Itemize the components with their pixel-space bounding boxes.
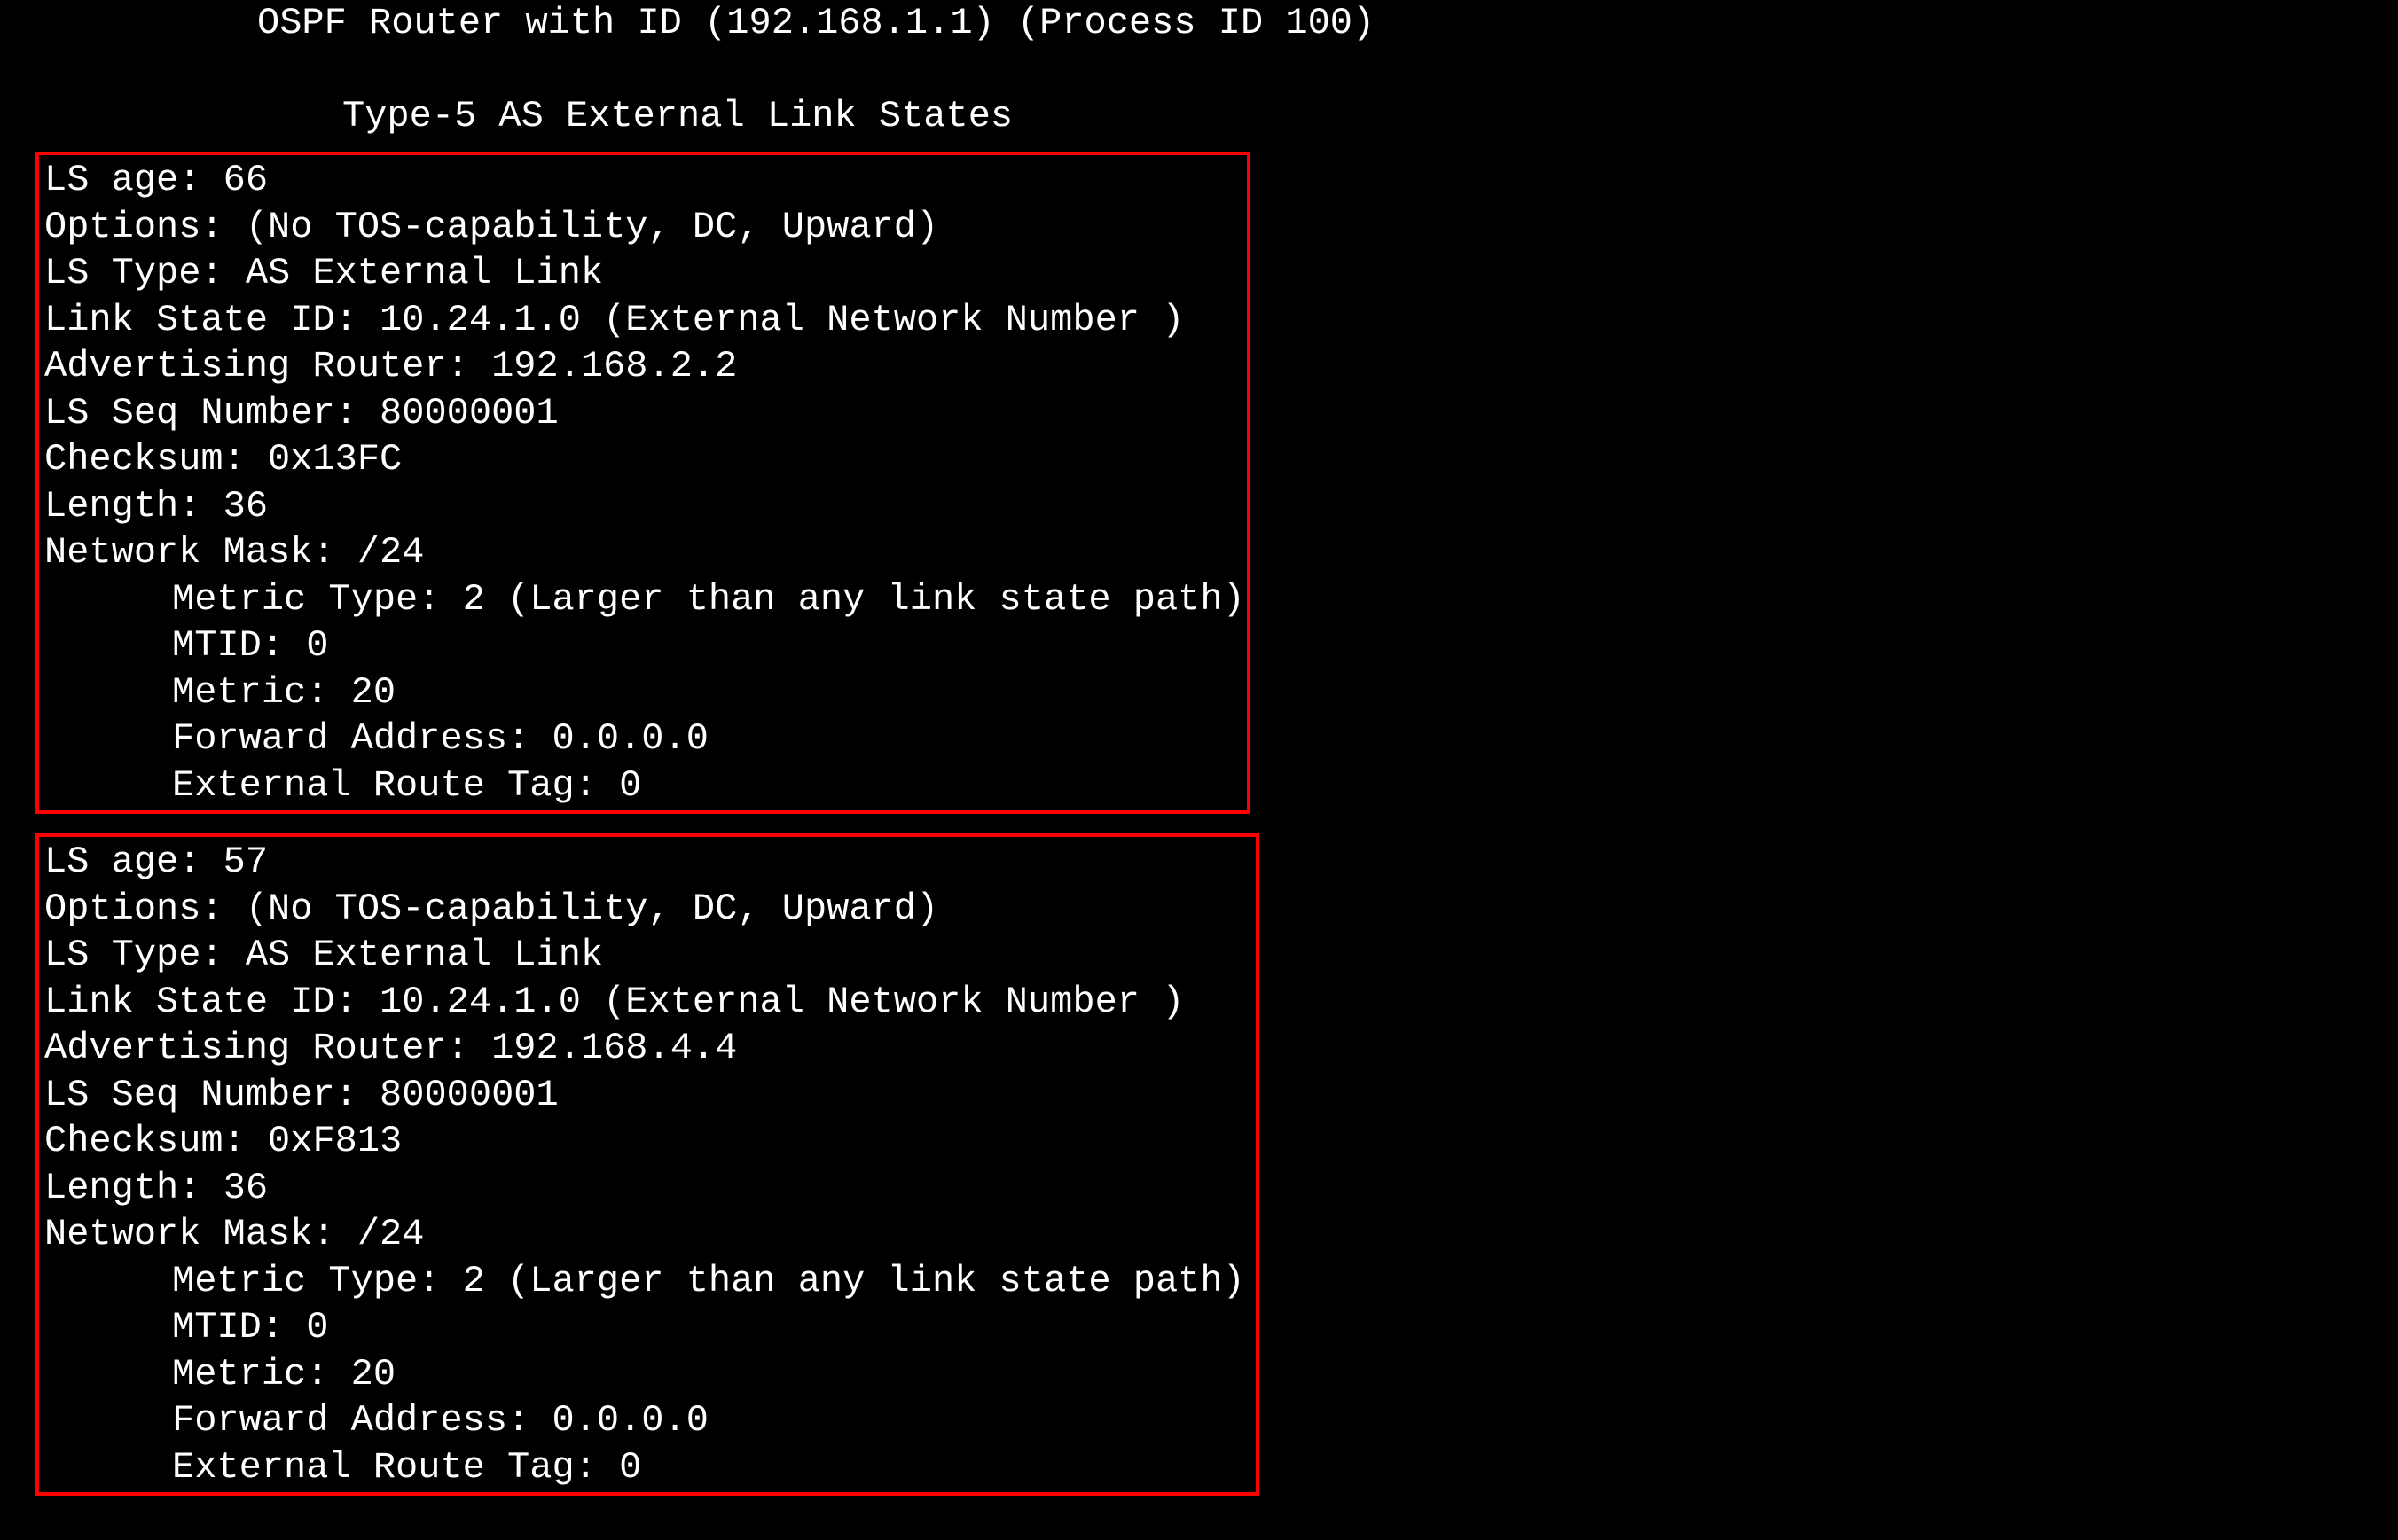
- ls-age-field: LS age: 57: [44, 839, 1250, 886]
- lsa-entry: LS age: 66 Options: (No TOS-capability, …: [35, 152, 1250, 814]
- network-mask-field: Network Mask: /24: [44, 529, 1242, 576]
- metric-field: Metric: 20: [44, 669, 1242, 716]
- external-route-tag-field: External Route Tag: 0: [44, 762, 1242, 809]
- advertising-router-field: Advertising Router: 192.168.4.4: [44, 1025, 1250, 1072]
- length-field: Length: 36: [44, 483, 1242, 530]
- ospf-router-header: OSPF Router with ID (192.168.1.1) (Proce…: [0, 0, 2398, 47]
- ls-seq-number-field: LS Seq Number: 80000001: [44, 1072, 1250, 1119]
- external-route-tag-field: External Route Tag: 0: [44, 1444, 1250, 1491]
- mtid-field: MTID: 0: [44, 622, 1242, 669]
- options-field: Options: (No TOS-capability, DC, Upward): [44, 204, 1242, 251]
- checksum-field: Checksum: 0x13FC: [44, 436, 1242, 483]
- options-field: Options: (No TOS-capability, DC, Upward): [44, 886, 1250, 933]
- mtid-field: MTID: 0: [44, 1304, 1250, 1351]
- link-state-id-field: Link State ID: 10.24.1.0 (External Netwo…: [44, 297, 1242, 344]
- link-state-id-field: Link State ID: 10.24.1.0 (External Netwo…: [44, 979, 1250, 1026]
- forward-address-field: Forward Address: 0.0.0.0: [44, 715, 1242, 762]
- ls-seq-number-field: LS Seq Number: 80000001: [44, 390, 1242, 437]
- network-mask-field: Network Mask: /24: [44, 1211, 1250, 1258]
- checksum-field: Checksum: 0xF813: [44, 1118, 1250, 1165]
- ls-type-field: LS Type: AS External Link: [44, 250, 1242, 297]
- ls-type-field: LS Type: AS External Link: [44, 932, 1250, 979]
- metric-type-field: Metric Type: 2 (Larger than any link sta…: [44, 576, 1242, 623]
- ls-age-field: LS age: 66: [44, 157, 1242, 204]
- advertising-router-field: Advertising Router: 192.168.2.2: [44, 343, 1242, 390]
- length-field: Length: 36: [44, 1165, 1250, 1212]
- section-title: Type-5 AS External Link States: [0, 93, 2398, 140]
- metric-type-field: Metric Type: 2 (Larger than any link sta…: [44, 1258, 1250, 1305]
- metric-field: Metric: 20: [44, 1351, 1250, 1398]
- forward-address-field: Forward Address: 0.0.0.0: [44, 1397, 1250, 1444]
- lsa-entry: LS age: 57 Options: (No TOS-capability, …: [35, 833, 1259, 1496]
